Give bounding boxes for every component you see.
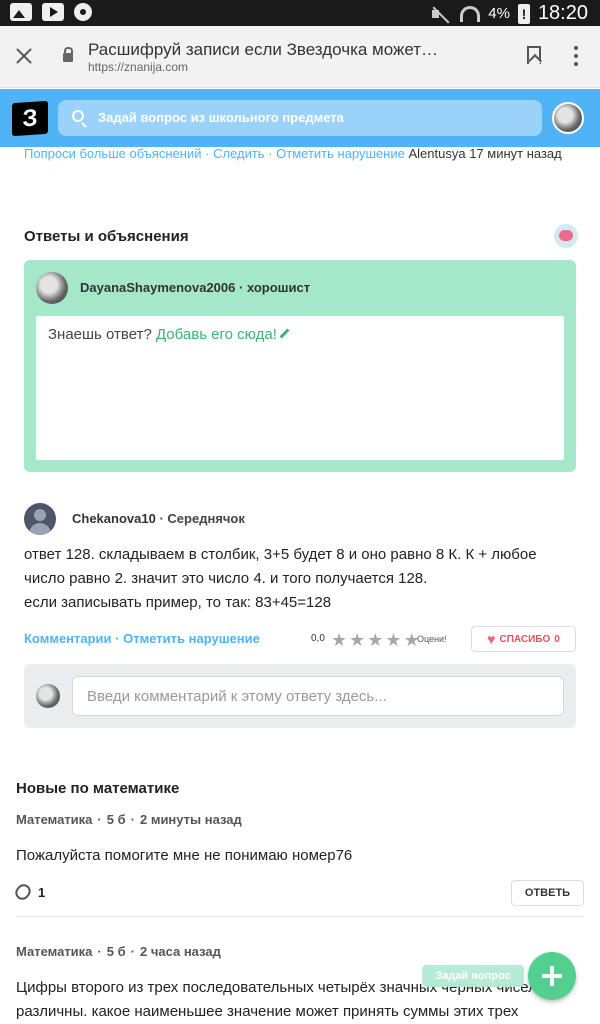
add-answer-panel: DayanaShaymenova2006 · хорошист Знаешь о… bbox=[24, 260, 576, 472]
browser-toolbar: Расшифруй записи если Звездочка может… h… bbox=[0, 26, 600, 88]
overflow-menu-icon[interactable] bbox=[574, 46, 578, 66]
rating-stars[interactable]: ★ ★ ★ ★ ★ bbox=[331, 631, 420, 649]
question-time: 2 часа назад bbox=[139, 944, 221, 959]
thanks-label: СПАСИБО bbox=[499, 633, 551, 645]
attachment-number: 1 bbox=[38, 884, 46, 900]
follow-link[interactable]: Следить bbox=[213, 146, 265, 161]
paperclip-icon bbox=[12, 881, 34, 903]
status-bar: 4% ! 18:20 bbox=[0, 0, 600, 26]
question-points: 5 б bbox=[106, 812, 126, 827]
site-header: З Задай вопрос из школьного предмета bbox=[0, 89, 600, 147]
question-points: 5 б bbox=[106, 944, 126, 959]
brain-icon bbox=[554, 224, 578, 248]
answer-prompt: Знаешь ответ? bbox=[48, 326, 152, 343]
rating-value: 0,0 bbox=[311, 633, 325, 644]
star-icon[interactable]: ★ bbox=[349, 631, 365, 649]
pencil-icon bbox=[279, 328, 290, 339]
answer-author[interactable]: Chekanova10 bbox=[72, 511, 156, 526]
page-url[interactable]: https://znanija.com bbox=[88, 60, 188, 74]
report-link[interactable]: Отметить нарушение bbox=[276, 146, 405, 161]
answer-author-line: Chekanova10 · Середнячок bbox=[72, 511, 245, 526]
star-icon[interactable]: ★ bbox=[331, 631, 347, 649]
page-title[interactable]: Расшифруй записи если Звездочка может… bbox=[88, 40, 438, 60]
new-questions-heading: Новые по математике bbox=[16, 780, 180, 797]
question-time: 2 минуты назад bbox=[139, 812, 242, 827]
avatar[interactable] bbox=[24, 503, 56, 535]
add-question-button[interactable] bbox=[528, 952, 576, 1000]
current-user-rank: хорошист bbox=[246, 280, 311, 295]
question-card-meta: Математика · 5 б · 2 минуты назад bbox=[16, 812, 242, 827]
answers-heading: Ответы и объяснения bbox=[24, 228, 189, 245]
ask-question-tooltip[interactable]: Задай вопрос bbox=[422, 965, 524, 987]
search-input[interactable]: Задай вопрос из школьного предмета bbox=[58, 100, 542, 136]
avatar bbox=[36, 684, 60, 708]
site-logo[interactable]: З bbox=[12, 100, 48, 137]
question-author[interactable]: Alentusya bbox=[408, 146, 465, 161]
search-icon bbox=[72, 110, 84, 122]
star-icon[interactable]: ★ bbox=[367, 631, 383, 649]
question-subject[interactable]: Математика bbox=[16, 944, 92, 959]
answer-button[interactable]: ОТВЕТЬ bbox=[511, 880, 584, 906]
current-user-line: DayanaShaymenova2006 · хорошист bbox=[80, 280, 311, 295]
battery-icon: ! bbox=[517, 3, 530, 24]
divider bbox=[16, 916, 584, 917]
question-text[interactable]: Пожалуйста помогите мне не понимаю номер… bbox=[16, 844, 586, 868]
bookmark-icon[interactable] bbox=[527, 46, 541, 64]
answer-actions: Комментарии · Отметить нарушение bbox=[24, 631, 260, 646]
clock: 18:20 bbox=[537, 2, 588, 24]
thanks-count: 0 bbox=[554, 633, 560, 645]
user-avatar[interactable] bbox=[552, 102, 584, 134]
attachment-count: 1 bbox=[12, 881, 46, 903]
report-answer-link[interactable]: Отметить нарушение bbox=[123, 631, 260, 646]
add-answer-link[interactable]: Добавь его сюда! bbox=[156, 326, 277, 343]
ask-more-link[interactable]: Попроси больше объяснений bbox=[24, 146, 202, 161]
question-meta: Попроси больше объяснений · Следить · От… bbox=[24, 146, 562, 161]
thanks-button[interactable]: ♥ СПАСИБО 0 bbox=[471, 626, 576, 652]
answer-text-line: если записывать пример, то так: 83+45=12… bbox=[24, 594, 332, 611]
heart-icon: ♥ bbox=[487, 631, 496, 647]
answer-author-rank: Середнячок bbox=[167, 511, 245, 526]
mute-icon bbox=[430, 5, 452, 23]
youtube-notification-icon bbox=[42, 3, 64, 21]
wifi-icon bbox=[460, 5, 481, 22]
avatar bbox=[36, 272, 68, 304]
gallery-notification-icon bbox=[10, 3, 32, 21]
search-placeholder: Задай вопрос из школьного предмета bbox=[98, 110, 344, 125]
question-time: 17 минут назад bbox=[469, 146, 562, 161]
star-icon[interactable]: ★ bbox=[385, 631, 401, 649]
comment-panel bbox=[24, 664, 576, 728]
question-subject[interactable]: Математика bbox=[16, 812, 92, 827]
battery-percent: 4% bbox=[488, 5, 510, 22]
comments-link[interactable]: Комментарии bbox=[24, 631, 112, 646]
close-icon[interactable] bbox=[12, 44, 36, 68]
lock-icon bbox=[63, 47, 73, 62]
music-notification-icon bbox=[74, 3, 92, 21]
question-card-meta: Математика · 5 б · 2 часа назад bbox=[16, 944, 221, 959]
answer-text-line: ответ 128. складываем в столбик, 3+5 буд… bbox=[24, 546, 537, 587]
current-username: DayanaShaymenova2006 bbox=[80, 280, 236, 295]
answer-editor[interactable]: Знаешь ответ? Добавь его сюда! bbox=[36, 316, 564, 460]
rate-label: Оцени! bbox=[417, 634, 447, 644]
answer-text: ответ 128. складываем в столбик, 3+5 буд… bbox=[24, 543, 580, 615]
comment-input[interactable] bbox=[72, 676, 564, 716]
